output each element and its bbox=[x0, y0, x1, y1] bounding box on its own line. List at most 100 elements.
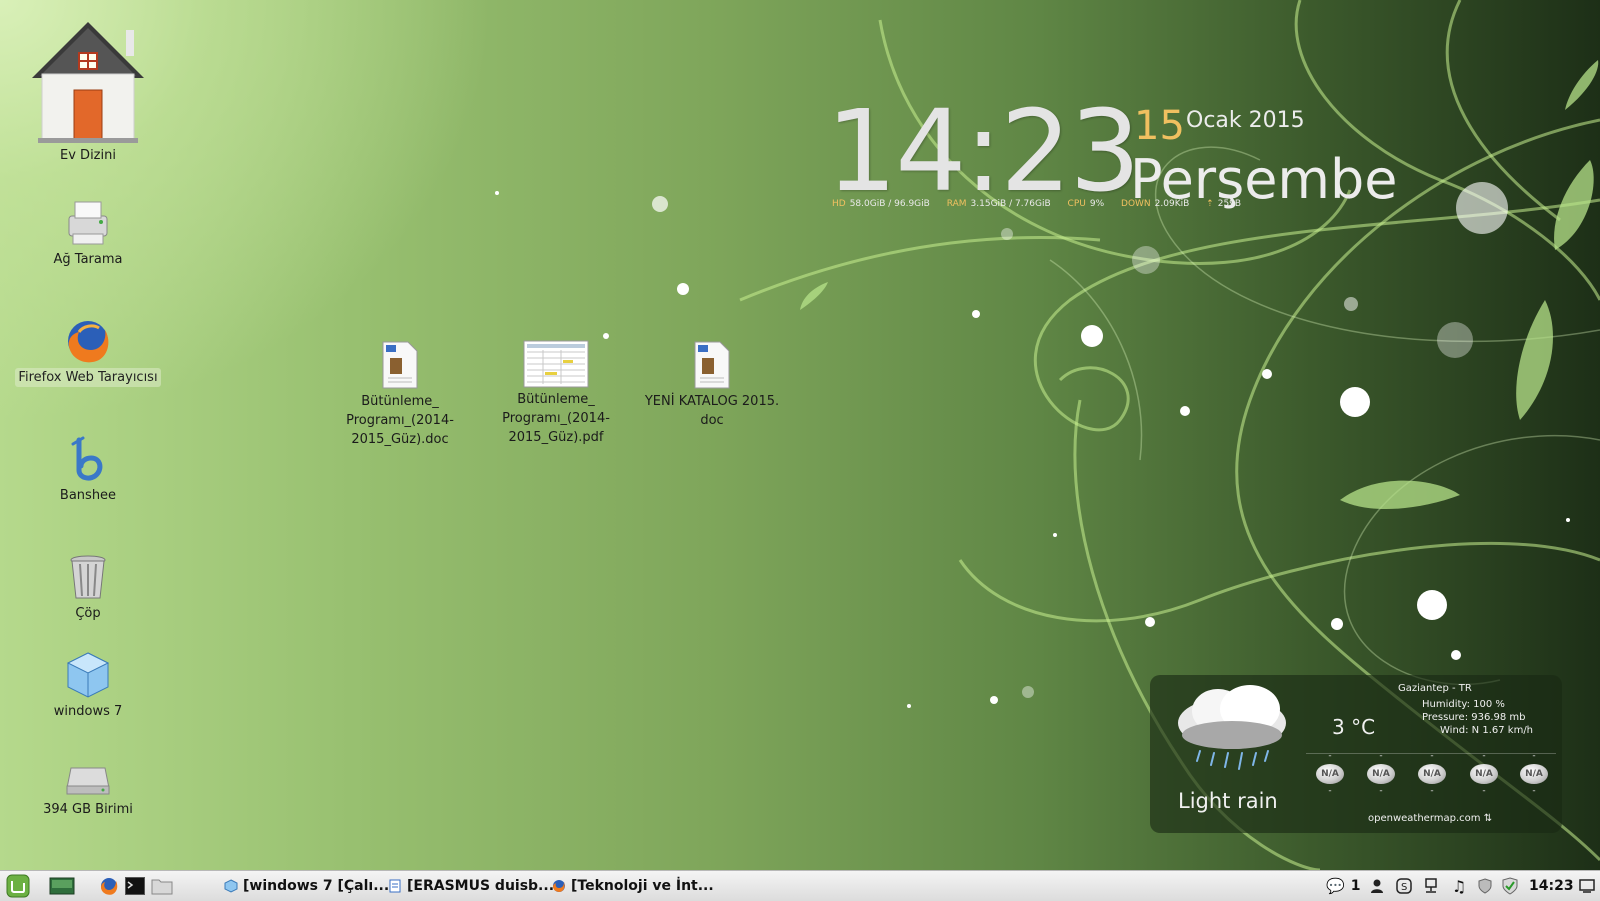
task-label: [Teknoloji ve İnt... bbox=[571, 878, 714, 894]
taskbar-clock[interactable]: 14:23 bbox=[1529, 871, 1574, 901]
tray-skype[interactable]: S bbox=[1395, 871, 1413, 901]
doc-file-icon bbox=[382, 341, 418, 389]
forecast-bottom: - bbox=[1379, 786, 1383, 796]
desktop-file-doc-2[interactable]: YENİ KATALOG 2015. doc bbox=[637, 340, 787, 430]
desktop-icon-banshee[interactable]: Banshee bbox=[13, 434, 163, 505]
chat-bubble-icon: 💬 bbox=[1326, 877, 1345, 895]
mint-menu-icon bbox=[6, 874, 30, 898]
virtualbox-icon bbox=[66, 652, 110, 698]
weather-forecast: - N/A - - N/A - - N/A - - N/A - - N/A - bbox=[1306, 751, 1556, 821]
firefox-icon bbox=[553, 880, 565, 892]
down-label: DOWN bbox=[1121, 199, 1151, 209]
terminal-icon bbox=[125, 877, 145, 895]
taskbar-task-windows7[interactable]: [windows 7 [Çalı... bbox=[224, 871, 389, 901]
pdf-file-icon bbox=[523, 340, 589, 388]
update-check-icon bbox=[1502, 877, 1518, 895]
desktop-icon-home[interactable]: Ev Dizini bbox=[13, 20, 163, 165]
desktop-file-pdf[interactable]: Bütünleme_ Programı_(2014- 2015_Güz).pdf bbox=[481, 340, 631, 447]
cpu-value: 9% bbox=[1089, 199, 1105, 209]
desktop-icon-label: windows 7 bbox=[53, 704, 123, 719]
desktop-icon-label: Ev Dizini bbox=[60, 148, 116, 163]
desktop-file-label: YENİ KATALOG 2015. doc bbox=[644, 394, 780, 428]
tray-messages[interactable]: 💬 1 bbox=[1326, 871, 1360, 901]
desktop[interactable]: Ev Dizini Ağ Tarama Firefox Web Tarayıcı… bbox=[0, 0, 1600, 870]
forecast-top: - bbox=[1482, 751, 1486, 761]
forecast-bottom: - bbox=[1328, 786, 1332, 796]
menu-button[interactable] bbox=[4, 871, 32, 901]
forecast-na-icon: N/A bbox=[1316, 764, 1344, 784]
tray-update[interactable] bbox=[1501, 871, 1519, 901]
document-icon bbox=[389, 879, 401, 893]
weather-wind: Wind: N 1.67 km/h bbox=[1440, 725, 1534, 736]
desktop-icon-label: Banshee bbox=[59, 488, 117, 503]
down-value: 2.09KiB bbox=[1154, 199, 1190, 209]
tray-network[interactable] bbox=[1422, 871, 1440, 901]
tray-shield[interactable] bbox=[1476, 871, 1494, 901]
weather-widget: Gaziantep - TR Humidity: 100 % Pressure:… bbox=[1150, 675, 1562, 833]
hd-value: 58.0GiB / 96.9GiB bbox=[849, 199, 930, 209]
rain-cloud-icon bbox=[1178, 685, 1286, 770]
music-note-icon: ♫ bbox=[1451, 876, 1467, 896]
user-icon bbox=[1371, 879, 1383, 893]
desktop-icon-firefox[interactable]: Firefox Web Tarayıcısı bbox=[13, 316, 163, 387]
tray-sound[interactable]: ♫ bbox=[1450, 871, 1468, 901]
forecast-na-icon: N/A bbox=[1367, 764, 1395, 784]
forecast-day: - N/A - bbox=[1514, 751, 1554, 796]
forecast-bottom: - bbox=[1532, 786, 1536, 796]
desktop-icon-windows7[interactable]: windows 7 bbox=[13, 650, 163, 721]
doc-file-icon bbox=[694, 341, 730, 389]
forecast-day: - N/A - bbox=[1412, 751, 1452, 796]
tray-show-desktop[interactable] bbox=[1578, 871, 1596, 901]
show-desktop-button[interactable] bbox=[48, 871, 76, 901]
weather-pressure: Pressure: 936.98 mb bbox=[1422, 712, 1526, 723]
refresh-icon[interactable]: ⇅ bbox=[1484, 813, 1492, 824]
desktop-file-label: Bütünleme_ Programı_(2014- 2015_Güz).doc bbox=[346, 394, 454, 447]
task-label: [windows 7 [Çalı... bbox=[243, 878, 390, 894]
forecast-day: - N/A - bbox=[1361, 751, 1401, 796]
launcher-files[interactable] bbox=[150, 871, 174, 901]
weather-temperature: 3 °C bbox=[1332, 715, 1376, 739]
ram-value: 3.15GiB / 7.76GiB bbox=[970, 199, 1051, 209]
virtualbox-icon bbox=[224, 879, 238, 893]
desktop-icon-network[interactable]: Ağ Tarama bbox=[13, 198, 163, 269]
hard-drive-icon bbox=[66, 767, 110, 795]
home-folder-icon bbox=[32, 22, 144, 143]
desktop-icon-label: Firefox Web Tarayıcısı bbox=[15, 368, 161, 387]
clock-month-year: Ocak 2015 bbox=[1186, 108, 1305, 133]
firefox-icon bbox=[101, 878, 118, 895]
forecast-na-icon: N/A bbox=[1470, 764, 1498, 784]
message-count: 1 bbox=[1350, 878, 1361, 894]
folder-icon bbox=[151, 879, 173, 895]
trash-icon bbox=[70, 555, 106, 599]
up-value: 259B bbox=[1217, 199, 1242, 209]
forecast-day: - N/A - bbox=[1464, 751, 1504, 796]
forecast-day: - N/A - bbox=[1310, 751, 1350, 796]
taskbar-task-teknoloji[interactable]: [Teknoloji ve İnt... bbox=[552, 871, 714, 901]
hd-label: HD bbox=[832, 199, 846, 209]
desktop-icon-trash[interactable]: Çöp bbox=[13, 552, 163, 623]
taskbar-task-erasmus[interactable]: [ERASMUS duisb... bbox=[388, 871, 554, 901]
forecast-top: - bbox=[1532, 751, 1536, 761]
clock-time: 14:23 bbox=[826, 87, 1141, 217]
weather-condition: Light rain bbox=[1178, 789, 1278, 813]
desktop-icon-volume[interactable]: 394 GB Birimi bbox=[13, 758, 163, 819]
svg-text:S: S bbox=[1401, 882, 1407, 893]
forecast-top: - bbox=[1379, 751, 1383, 761]
desktop-icon-label: Çöp bbox=[75, 606, 101, 621]
system-monitor: HD 58.0GiB / 96.9GiB RAM 3.15GiB / 7.76GiB… bbox=[832, 199, 1255, 209]
skype-icon: S bbox=[1396, 878, 1412, 894]
forecast-na-icon: N/A bbox=[1520, 764, 1548, 784]
weather-source-label: openweathermap.com bbox=[1368, 813, 1481, 824]
launcher-firefox[interactable] bbox=[98, 871, 120, 901]
firefox-icon bbox=[68, 321, 109, 363]
forecast-na-icon: N/A bbox=[1418, 764, 1446, 784]
desktop-icon-label: Ağ Tarama bbox=[53, 252, 123, 267]
desktop-file-label: Bütünleme_ Programı_(2014- 2015_Güz).pdf bbox=[502, 392, 610, 445]
desktop-file-doc-1[interactable]: Bütünleme_ Programı_(2014- 2015_Güz).doc bbox=[325, 340, 475, 449]
launcher-terminal[interactable] bbox=[124, 871, 146, 901]
desktop-icon-label: 394 GB Birimi bbox=[43, 802, 133, 817]
forecast-top: - bbox=[1328, 751, 1332, 761]
tray-user[interactable] bbox=[1368, 871, 1386, 901]
weather-source-link[interactable]: openweathermap.com ⇅ bbox=[1368, 813, 1492, 824]
forecast-bottom: - bbox=[1482, 786, 1486, 796]
